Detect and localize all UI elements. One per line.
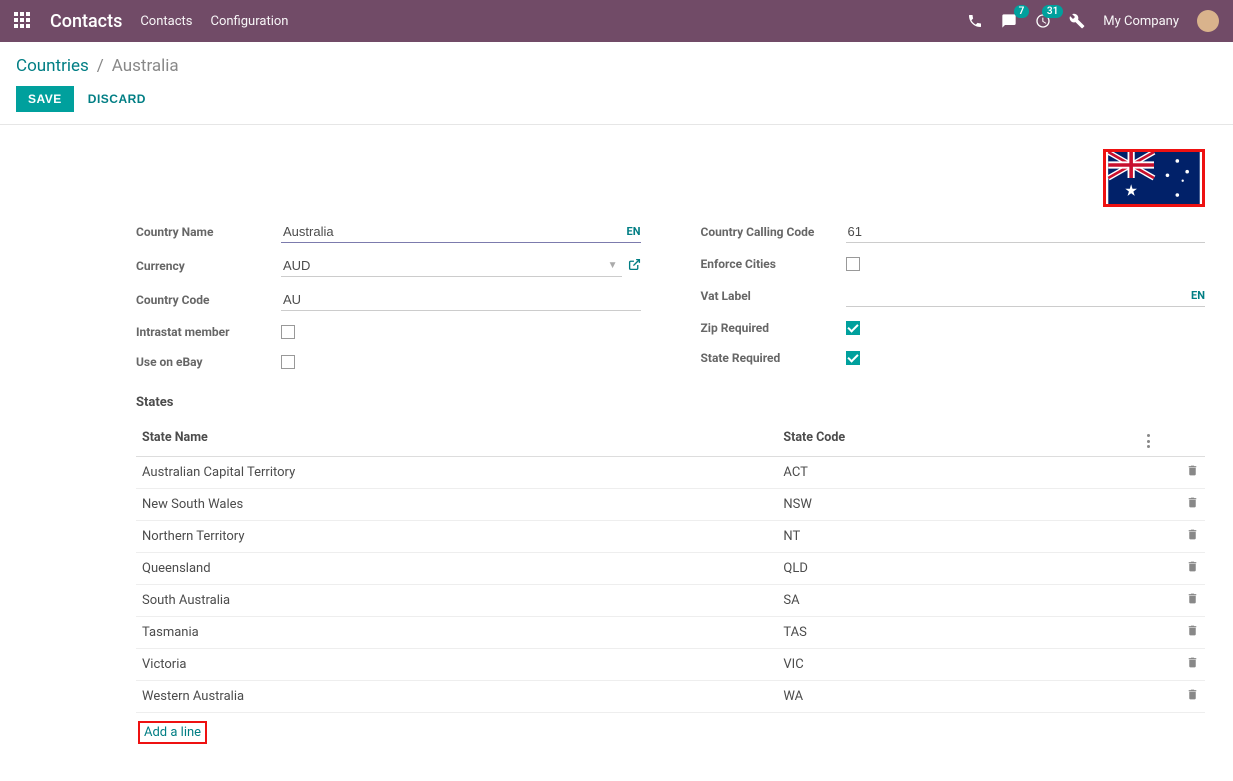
delete-row-button[interactable] [1141,553,1205,585]
delete-row-button[interactable] [1141,649,1205,681]
label-country-code: Country Code [136,293,281,307]
messages-icon[interactable]: 7 [1001,13,1017,29]
breadcrumb-leaf: Australia [112,56,179,76]
delete-row-button[interactable] [1141,521,1205,553]
state-code-cell[interactable]: WA [777,681,1140,713]
state-name-cell[interactable]: Northern Territory [136,521,777,553]
label-ebay: Use on eBay [136,355,281,369]
label-calling-code: Country Calling Code [701,225,846,239]
country-flag[interactable] [1103,149,1205,207]
breadcrumb: Countries / Australia [0,42,1233,86]
kebab-icon [1147,434,1151,448]
table-row[interactable]: Queensland QLD [136,553,1205,585]
state-code-cell[interactable]: SA [777,585,1140,617]
trash-icon [1186,560,1199,573]
state-code-cell[interactable]: TAS [777,617,1140,649]
lang-badge-vat[interactable]: EN [1191,289,1205,302]
action-bar: SAVE DISCARD [0,86,1233,124]
avatar[interactable] [1197,10,1219,32]
label-enforce-cities: Enforce Cities [701,257,846,271]
vat-label-input[interactable] [846,285,1186,306]
country-name-input[interactable] [281,221,621,242]
zip-required-checkbox[interactable] [846,321,860,335]
trash-icon [1186,624,1199,637]
state-name-cell[interactable]: New South Wales [136,489,777,521]
state-code-cell[interactable]: ACT [777,457,1140,489]
delete-row-button[interactable] [1141,489,1205,521]
activities-badge: 31 [1042,5,1063,18]
states-section-title: States [136,395,1205,410]
messages-badge: 7 [1014,5,1030,18]
country-code-input[interactable] [281,289,641,310]
table-options[interactable] [1141,418,1205,457]
table-row[interactable]: New South Wales NSW [136,489,1205,521]
th-state-code[interactable]: State Code [777,418,1140,457]
trash-icon [1186,688,1199,701]
trash-icon [1186,464,1199,477]
ebay-checkbox[interactable] [281,355,295,369]
external-link-icon[interactable] [628,258,641,275]
apps-icon[interactable] [14,12,32,30]
label-intrastat: Intrastat member [136,325,281,339]
table-row[interactable]: South Australia SA [136,585,1205,617]
table-row[interactable]: Tasmania TAS [136,617,1205,649]
table-row[interactable]: Australian Capital Territory ACT [136,457,1205,489]
trash-icon [1186,528,1199,541]
state-required-checkbox[interactable] [846,351,860,365]
table-row[interactable]: Victoria VIC [136,649,1205,681]
tools-icon[interactable] [1069,13,1085,29]
currency-input[interactable] [281,255,604,276]
lang-badge-name[interactable]: EN [627,225,641,238]
app-title: Contacts [50,11,122,32]
state-code-cell[interactable]: NT [777,521,1140,553]
table-row[interactable]: Northern Territory NT [136,521,1205,553]
label-vat: Vat Label [701,289,846,303]
enforce-cities-checkbox[interactable] [846,257,860,271]
state-name-cell[interactable]: South Australia [136,585,777,617]
trash-icon [1186,592,1199,605]
calling-code-input[interactable] [846,221,1206,242]
label-state-required: State Required [701,351,846,365]
chevron-down-icon[interactable]: ▼ [604,260,622,271]
breadcrumb-root[interactable]: Countries [16,56,89,76]
save-button[interactable]: SAVE [16,86,74,112]
state-name-cell[interactable]: Tasmania [136,617,777,649]
nav-contacts[interactable]: Contacts [140,14,192,29]
state-name-cell[interactable]: Victoria [136,649,777,681]
delete-row-button[interactable] [1141,681,1205,713]
label-currency: Currency [136,259,281,273]
state-code-cell[interactable]: NSW [777,489,1140,521]
trash-icon [1186,496,1199,509]
table-row[interactable]: Western Australia WA [136,681,1205,713]
state-name-cell[interactable]: Australian Capital Territory [136,457,777,489]
state-code-cell[interactable]: QLD [777,553,1140,585]
intrastat-checkbox[interactable] [281,325,295,339]
company-name[interactable]: My Company [1103,14,1179,29]
state-name-cell[interactable]: Western Australia [136,681,777,713]
state-name-cell[interactable]: Queensland [136,553,777,585]
phone-icon[interactable] [967,13,983,29]
label-zip-required: Zip Required [701,321,846,335]
nav-configuration[interactable]: Configuration [211,14,289,29]
states-table: State Name State Code Australian Capital… [136,418,1205,751]
trash-icon [1186,656,1199,669]
label-country-name: Country Name [136,225,281,239]
topbar: Contacts Contacts Configuration 7 31 My … [0,0,1233,42]
delete-row-button[interactable] [1141,457,1205,489]
th-state-name[interactable]: State Name [136,418,777,457]
state-code-cell[interactable]: VIC [777,649,1140,681]
activities-icon[interactable]: 31 [1035,13,1051,29]
delete-row-button[interactable] [1141,585,1205,617]
add-line-link[interactable]: Add a line [144,725,201,740]
discard-button[interactable]: DISCARD [88,92,146,106]
delete-row-button[interactable] [1141,617,1205,649]
